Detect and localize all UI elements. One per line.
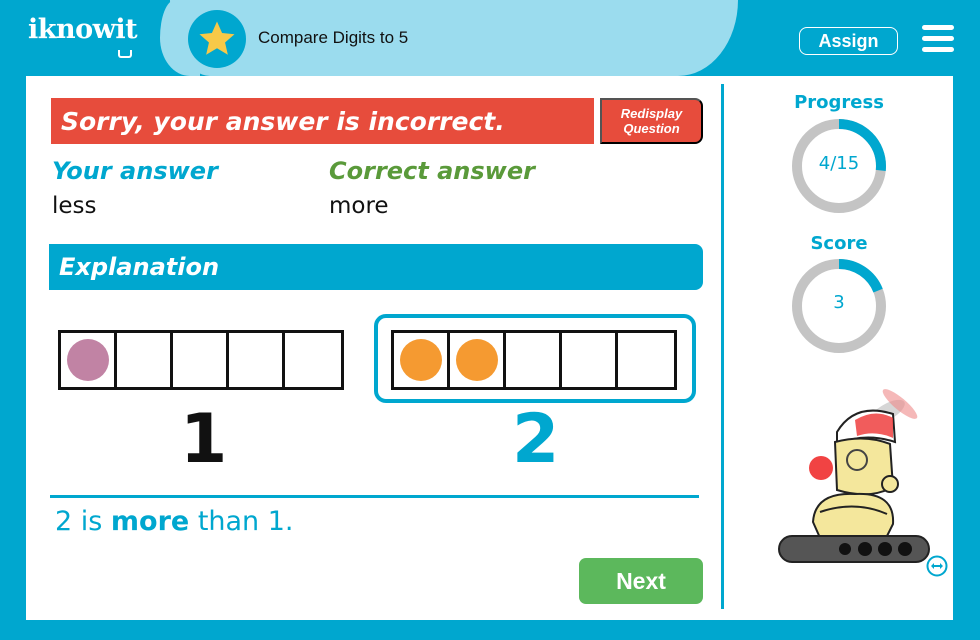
redisplay-question-button[interactable]: Redisplay Question bbox=[600, 98, 703, 144]
five-frame-1 bbox=[58, 330, 344, 390]
hamburger-menu-icon[interactable] bbox=[922, 25, 954, 53]
your-answer-label: Your answer bbox=[52, 157, 218, 185]
counter-dot bbox=[455, 339, 498, 381]
frame-cell bbox=[394, 333, 450, 387]
correct-answer-value: more bbox=[329, 193, 389, 219]
progress-label: Progress bbox=[794, 92, 884, 113]
lesson-title: Compare Digits to 5 bbox=[258, 28, 409, 47]
number-label-1: 1 bbox=[180, 400, 228, 479]
frame-cell bbox=[285, 333, 341, 387]
explanation-header: Explanation bbox=[49, 244, 703, 290]
next-button[interactable]: Next bbox=[579, 558, 703, 604]
counter-dot bbox=[66, 339, 109, 381]
summary-pre: 2 is bbox=[55, 506, 111, 537]
star-icon bbox=[199, 21, 235, 55]
frame-cell bbox=[229, 333, 285, 387]
frame-cell bbox=[117, 333, 173, 387]
frame-cell bbox=[61, 333, 117, 387]
frame-cell bbox=[506, 333, 562, 387]
logo[interactable]: iknowit bbox=[28, 14, 138, 45]
redisplay-label-line1: Redisplay bbox=[620, 106, 683, 121]
counter-dot bbox=[399, 339, 442, 381]
score-value: 3 bbox=[833, 292, 845, 313]
correct-answer-label: Correct answer bbox=[329, 157, 535, 185]
redisplay-label-line2: Question bbox=[623, 121, 680, 136]
explanation-divider bbox=[50, 495, 699, 498]
number-label-2: 2 bbox=[512, 400, 560, 479]
sidebar-divider bbox=[721, 84, 724, 609]
robot-mascot bbox=[778, 389, 930, 563]
summary-bold: more bbox=[110, 506, 190, 537]
lesson-badge bbox=[188, 10, 246, 68]
assign-button[interactable]: Assign bbox=[799, 27, 898, 55]
swap-arrows-icon[interactable] bbox=[926, 555, 948, 577]
summary-post: than 1. bbox=[189, 506, 294, 537]
frame-cell bbox=[173, 333, 229, 387]
lightbulb-icon bbox=[118, 50, 132, 58]
frame-cell bbox=[450, 333, 506, 387]
frame-cell bbox=[618, 333, 674, 387]
your-answer-value: less bbox=[52, 193, 97, 219]
five-frame-2 bbox=[391, 330, 677, 390]
score-label: Score bbox=[810, 233, 868, 254]
explanation-summary: 2 is more than 1. bbox=[55, 506, 294, 537]
incorrect-banner: Sorry, your answer is incorrect. bbox=[51, 98, 594, 144]
frame-cell bbox=[562, 333, 618, 387]
progress-value: 4/15 bbox=[818, 153, 860, 174]
lesson-title-pill bbox=[160, 0, 738, 76]
